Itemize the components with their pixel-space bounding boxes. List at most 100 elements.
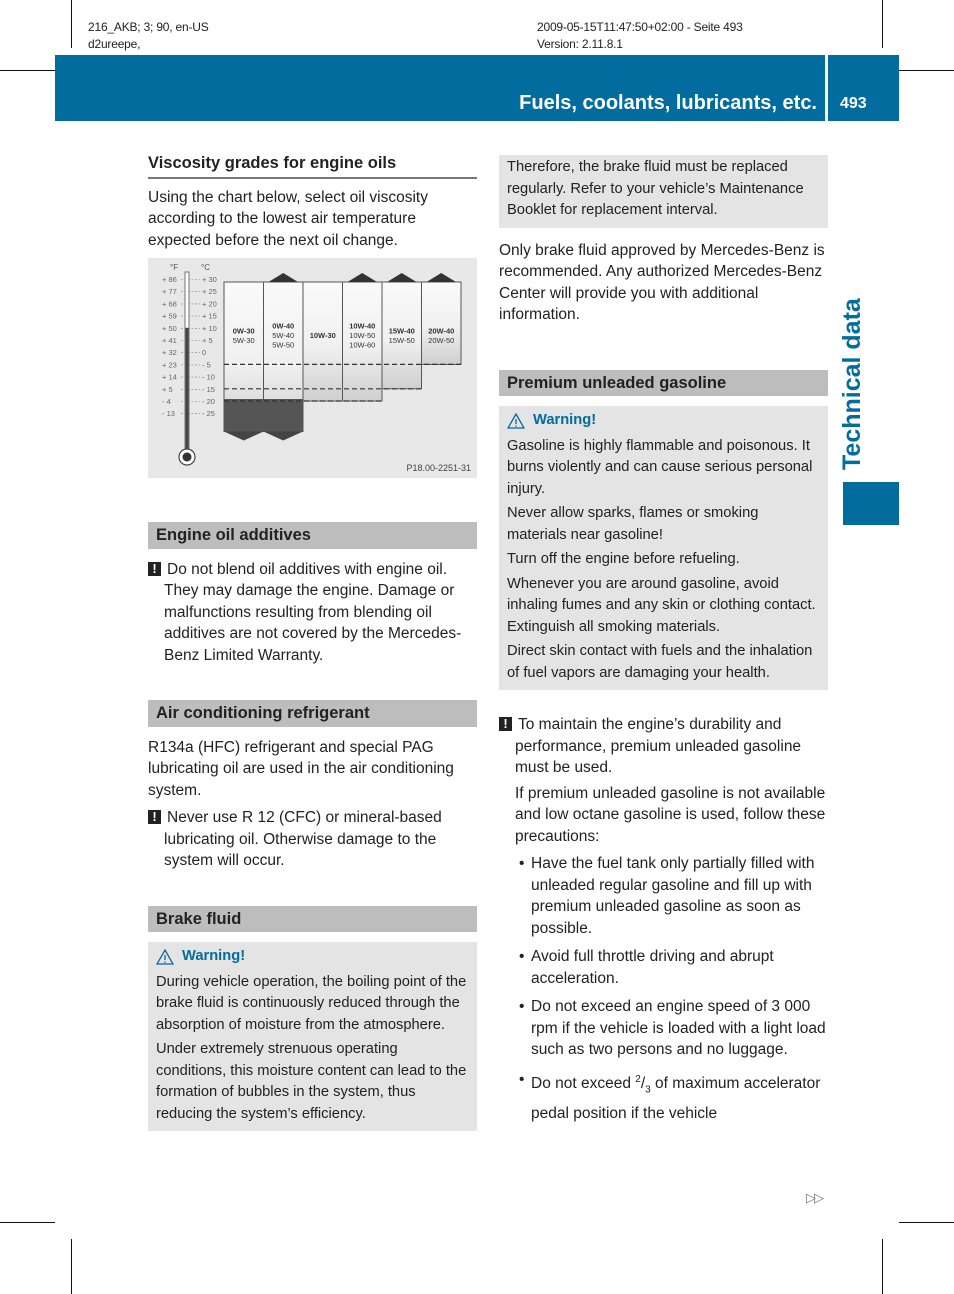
viscosity-chart-svg: °F °C+ 86 + 30+ 77 + 25+ 68 + 20+ 59 + 15+ 50… [162, 263, 471, 473]
brake-warning-text: Under extremely strenuous operating cond… [156, 1041, 467, 1122]
grade-label: 10W-40 [349, 322, 375, 331]
grade-label: 20W-50 [428, 336, 454, 345]
tick-label-f: - 4 [162, 397, 171, 406]
gasoline-warning-header: Warning! [507, 410, 820, 432]
right-column: Therefore, the brake fluid must be repla… [499, 155, 828, 1133]
tick-label-c: - 15 [202, 385, 215, 394]
grade-label: 5W-50 [272, 341, 294, 350]
open-bottom-arrow [263, 431, 303, 441]
refrigerant-text: R134a (HFC) refrigerant and special PAG … [148, 738, 454, 799]
brake-text: Only brake fluid approved by Mercedes-Be… [499, 241, 825, 324]
tick-label-f: + 23 [162, 360, 177, 369]
crop-mark [882, 1239, 883, 1294]
tick-label-c: - 5 [202, 360, 211, 369]
grade-label: 0W-30 [233, 326, 255, 335]
open-top-arrow [268, 273, 298, 282]
figure-id: P18.00-2251-31 [406, 463, 471, 473]
warning-triangle-icon [507, 412, 525, 429]
open-bottom-arrow [224, 431, 264, 441]
tick-label-c: + 20 [202, 299, 217, 308]
tick-label-c: + 10 [202, 324, 217, 333]
meta-line: Version: 2.11.8.1 [537, 37, 623, 51]
tick-label-c: - 10 [202, 373, 215, 382]
continued-icon: ▷▷ [806, 1190, 824, 1205]
warning-label: Warning! [533, 412, 597, 428]
additives-note-text: Do not blend oil additives with engine o… [164, 560, 462, 664]
tick-label-c: - 20 [202, 397, 215, 406]
tick-label-c: + 15 [202, 312, 217, 321]
tick-label-f: + 50 [162, 324, 177, 333]
gasoline-warning-text: Never allow sparks, flames or smoking ma… [507, 505, 759, 543]
precautions-list: Have the fuel tank only partially filled… [515, 853, 828, 1126]
left-column-lower: Engine oil additives ! Do not blend oil a… [148, 522, 477, 1131]
thermometer-bulb-core [182, 452, 192, 462]
grade-label: 15W-50 [389, 336, 415, 345]
tick-label-f: + 77 [162, 287, 177, 296]
meta-line: 2009-05-15T11:47:50+02:00 - Seite 493 [537, 20, 743, 34]
gasoline-heading: Premium unleaded gasoline [499, 369, 828, 396]
tick-label-c: - 25 [202, 409, 215, 418]
brake-warning-header: Warning! [156, 946, 469, 968]
warning-label: Warning! [182, 948, 246, 964]
viscosity-heading: Viscosity grades for engine oils [148, 153, 477, 179]
meta-line: 216_AKB; 3; 90, en-US [88, 20, 209, 34]
tick-label-f: + 5 [162, 385, 173, 394]
left-column: Viscosity grades for engine oils Using t… [148, 153, 477, 257]
viscosity-column [302, 281, 343, 402]
refrigerant-note: ! Never use R 12 (CFC) or mineral-based l… [148, 807, 477, 872]
cold-region [224, 399, 264, 432]
fraction-numerator: 2 [635, 1073, 641, 1085]
print-meta-left: 216_AKB; 3; 90, en-US d2ureepe, [88, 19, 209, 53]
tick-label-f: + 86 [162, 275, 177, 284]
crop-mark [899, 1222, 954, 1223]
tick-label-f: + 32 [162, 348, 177, 357]
exclamation-icon: ! [148, 561, 161, 576]
tick-label-c: 0 [202, 348, 206, 357]
gasoline-warning-text: Gasoline is highly flammable and poisono… [507, 437, 813, 497]
bullet-text: Do not exceed [531, 1074, 636, 1092]
banner-divider [825, 55, 828, 121]
grade-label: 5W-30 [233, 336, 255, 345]
grade-label: 10W-60 [349, 341, 375, 350]
exclamation-icon: ! [148, 810, 161, 824]
tick-label-f: + 59 [162, 312, 177, 321]
open-top-arrow [387, 273, 417, 282]
brake-warning-box: Warning! During vehicle operation, the b… [148, 942, 477, 1131]
brake-warning-text: Therefore, the brake fluid must be repla… [507, 159, 804, 218]
crop-mark [882, 0, 883, 48]
gasoline-note: ! To maintain the engine’s durability and… [499, 714, 828, 1126]
tick-label-f: + 14 [162, 373, 177, 382]
tick-label-c: + 25 [202, 287, 217, 296]
grade-label: 10W-50 [349, 331, 375, 340]
grade-label: 5W-40 [272, 331, 294, 340]
grade-label: 15W-40 [389, 326, 415, 335]
page-number: 493 [840, 95, 867, 112]
gasoline-warning-text: Whenever you are around gasoline, avoid … [507, 575, 816, 635]
list-item: Avoid full throttle driving and abrupt a… [515, 946, 828, 989]
tick-label-f: + 68 [162, 299, 177, 308]
list-item: Do not exceed 2/3 of maximum accelerator… [515, 1068, 828, 1126]
exclamation-icon: ! [499, 717, 512, 731]
gasoline-warning-text: Turn off the engine before refueling. [507, 551, 740, 567]
grade-label: 20W-40 [428, 326, 454, 335]
grade-label: 10W-30 [310, 331, 336, 340]
list-item: Have the fuel tank only partially filled… [515, 853, 828, 939]
section-banner: Fuels, coolants, lubricants, etc. 493 [55, 55, 899, 121]
open-top-arrow [426, 273, 456, 282]
crop-mark [71, 0, 72, 48]
brake-heading: Brake fluid [148, 905, 477, 932]
grade-label: 0W-40 [272, 322, 294, 331]
brake-warning-box-continued: Therefore, the brake fluid must be repla… [499, 155, 828, 228]
open-top-arrow [347, 273, 377, 282]
gasoline-note-p2: If premium unleaded gasoline is not avai… [515, 784, 826, 845]
crop-mark [0, 70, 55, 71]
unit-label: °F [170, 263, 178, 272]
chapter-tab-label: Technical data [838, 298, 866, 470]
cold-region [263, 399, 303, 432]
print-meta-right: 2009-05-15T11:47:50+02:00 - Seite 493 Ve… [537, 19, 743, 53]
viscosity-chart: °F °C + 86 + 30 + 77 + 25 + 68 + 20 + 59 + 15 + 50… [148, 258, 477, 478]
viscosity-intro: Using the chart below, select oil viscos… [148, 188, 428, 249]
crop-mark [71, 1239, 72, 1294]
refrigerant-heading: Air conditioning refrigerant [148, 700, 477, 727]
meta-line: d2ureepe, [88, 37, 141, 51]
